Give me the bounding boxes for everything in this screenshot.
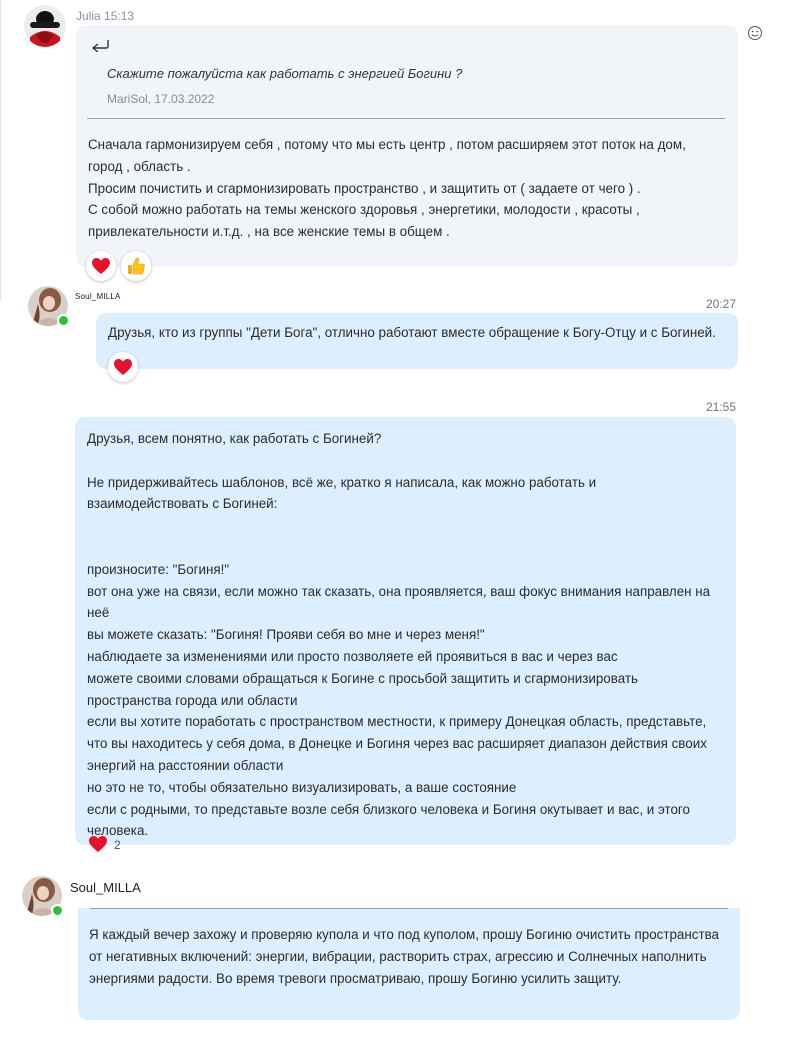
quote-divider (87, 118, 725, 119)
message-text-3: Друзья, всем понятно, как работать с Бог… (87, 431, 711, 839)
smiley-icon[interactable] (747, 25, 763, 41)
online-status-dot (57, 314, 70, 327)
reply-arrow-icon (91, 40, 109, 52)
message-text-2: Друзья, кто из группы "Дети Бога", отлич… (108, 325, 716, 340)
quoted-message-author: MariSol, 17.03.2022 (107, 92, 215, 106)
sender-meta-julia: Julia 15:13 (76, 9, 134, 23)
quoted-message-text: Скажите пожалуйста как работать с энерги… (107, 66, 463, 81)
sender-name: Julia (76, 9, 101, 23)
reaction-heart[interactable] (86, 251, 116, 281)
message-text-4: Я каждый вечер захожу и проверяю купола … (89, 927, 719, 986)
message-text-1: Сначала гармонизируем себя , потому что … (88, 137, 686, 240)
sender-name-soul-milla: Soul_MILLA (75, 292, 121, 301)
heart-icon[interactable] (88, 835, 108, 853)
message-time: 15:13 (104, 9, 135, 23)
reaction-count: 2 (114, 838, 121, 852)
sender-name-soul-milla: Soul_MILLA (70, 880, 141, 895)
avatar-julia[interactable] (24, 5, 66, 47)
message-time: 21:55 (706, 400, 737, 414)
online-status-dot (51, 904, 64, 917)
heart-icon (92, 258, 110, 274)
quote-divider (90, 908, 728, 909)
reaction-heart[interactable] (108, 352, 138, 382)
thumbs-up-icon (128, 257, 145, 275)
reaction-thumbs-up[interactable] (121, 251, 151, 281)
left-edge-line (0, 0, 1, 300)
heart-icon (114, 359, 132, 375)
message-time: 20:27 (706, 297, 737, 311)
